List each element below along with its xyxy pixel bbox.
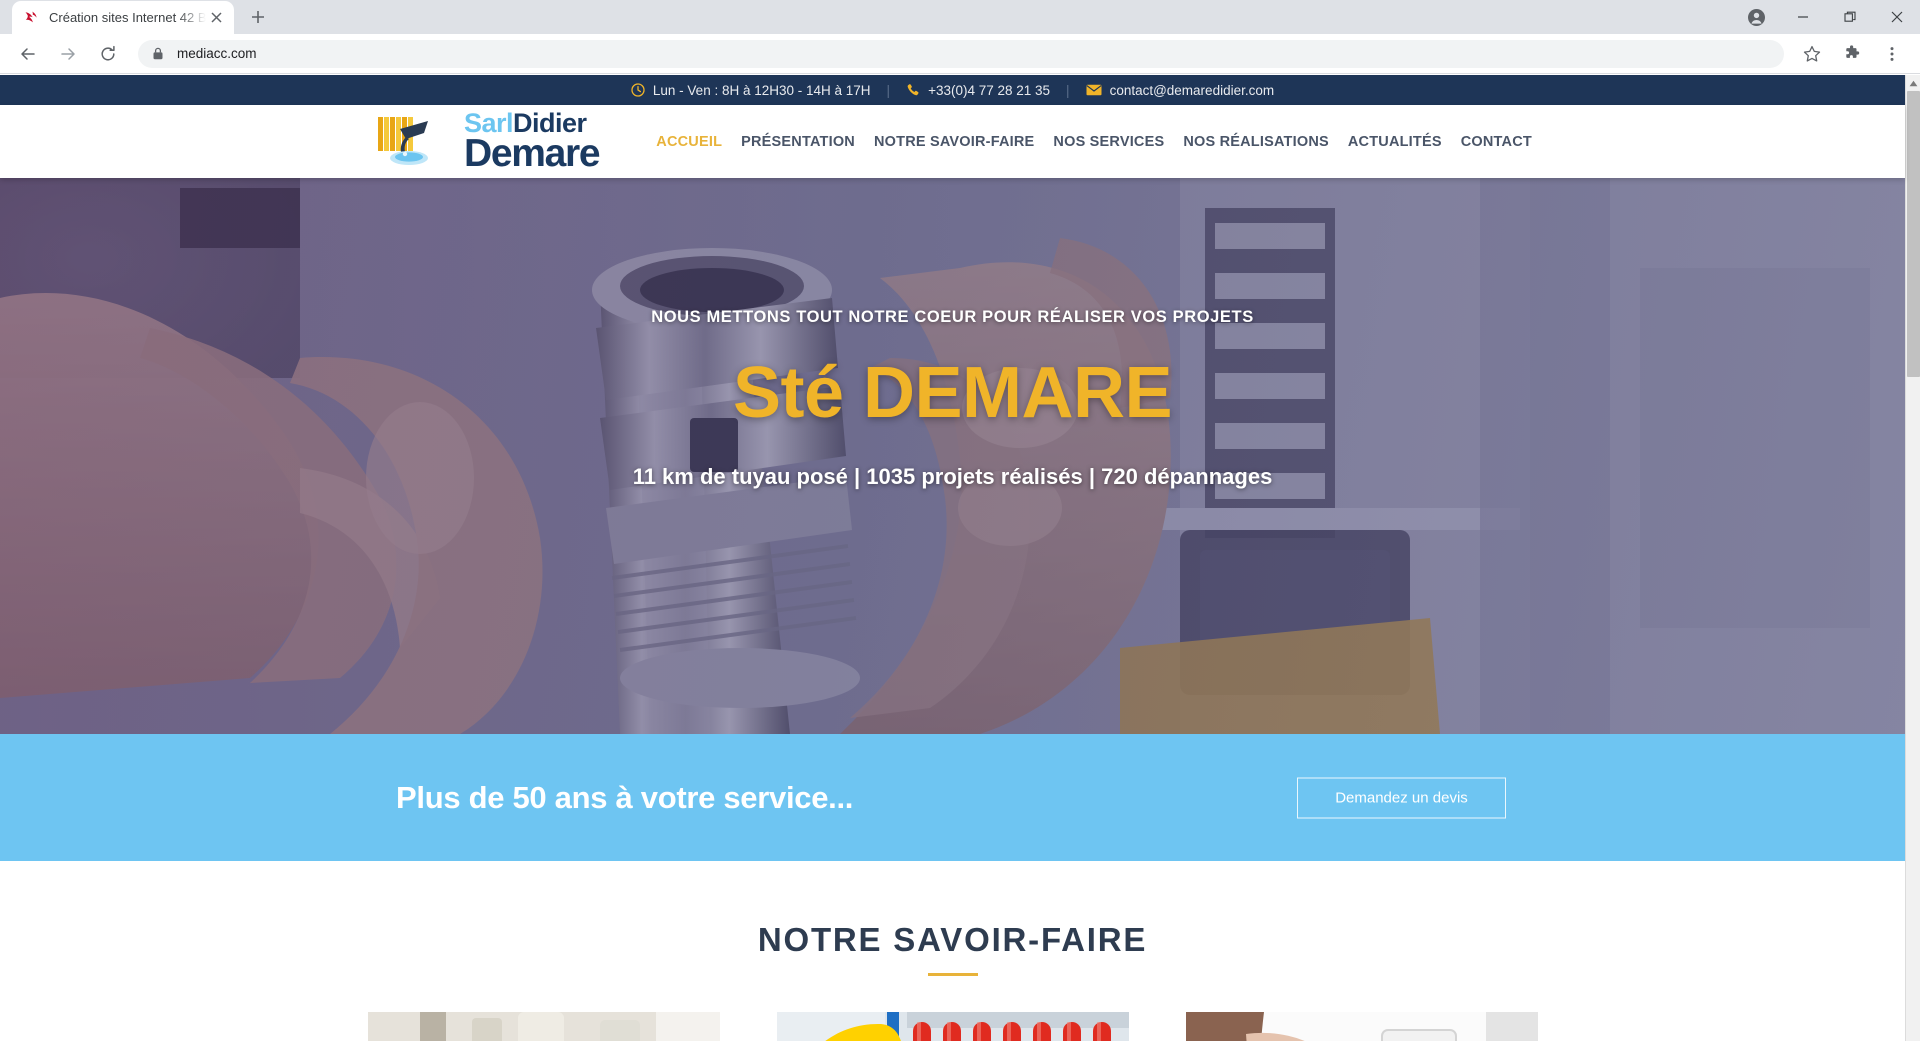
maximize-button[interactable] <box>1826 0 1873 34</box>
email-text: contact@demaredidier.com <box>1109 82 1275 98</box>
toolbar-actions <box>1792 39 1912 69</box>
nav-item-savoir-faire[interactable]: NOTRE SAVOIR-FAIRE <box>874 134 1034 150</box>
envelope-icon <box>1086 84 1102 96</box>
hero-stats: 11 km de tuyau posé | 1035 projets réali… <box>632 464 1273 489</box>
window-controls <box>1739 0 1920 34</box>
opening-hours: Lun - Ven : 8H à 12H30 - 14H à 17H <box>631 83 871 98</box>
new-tab-button[interactable] <box>243 2 273 32</box>
hero-kicker: NOUS METTONS TOUT NOTRE COEUR POUR RÉALI… <box>651 308 1254 326</box>
star-icon[interactable] <box>1797 39 1827 69</box>
back-arrow-icon[interactable] <box>13 39 43 69</box>
minimize-button[interactable] <box>1779 0 1826 34</box>
nav-item-presentation[interactable]: PRÉSENTATION <box>741 134 855 150</box>
address-bar[interactable]: mediacc.com <box>138 39 1784 68</box>
page-title: NOTRE SAVOIR-FAIRE <box>757 921 1148 958</box>
title-underline <box>927 973 978 976</box>
phone-link[interactable]: +33(0)4 77 28 21 35 <box>906 83 1050 98</box>
close-icon[interactable] <box>206 8 226 28</box>
savoir-faire-section: NOTRE SAVOIR-FAIRE <box>0 861 1905 1041</box>
forward-arrow-icon[interactable] <box>53 39 83 69</box>
hero-content: NOUS METTONS TOUT NOTRE COEUR POUR RÉALI… <box>0 308 1905 490</box>
email-link[interactable]: contact@demaredidier.com <box>1086 82 1275 98</box>
page-viewport: Lun - Ven : 8H à 12H30 - 14H à 17H | +33… <box>0 75 1920 1041</box>
nav-item-realisations[interactable]: NOS RÉALISATIONS <box>1183 134 1329 150</box>
scroll-up-arrow-icon[interactable] <box>1906 75 1920 91</box>
browser-tab-title: Création sites Internet 42 Balbigny <box>49 10 206 25</box>
card-hand-panel[interactable] <box>1185 1012 1538 1041</box>
radiator-faucet-logo-icon <box>372 111 458 173</box>
nav-item-actualites[interactable]: ACTUALITÉS <box>1348 134 1442 150</box>
page-scrollbar[interactable] <box>1905 75 1920 1041</box>
browser-window: Création sites Internet 42 Balbigny <box>0 0 1920 1041</box>
nav-item-services[interactable]: NOS SERVICES <box>1053 134 1164 150</box>
browser-title-bar: Création sites Internet 42 Balbigny <box>0 0 1920 34</box>
hero-title: Sté DEMARE <box>732 353 1173 433</box>
nav-item-contact[interactable]: CONTACT <box>1461 134 1532 150</box>
card-plumbing-tools[interactable] <box>367 1012 720 1041</box>
phone-icon <box>906 83 920 97</box>
nav-item-accueil[interactable]: ACCUEIL <box>656 134 722 150</box>
request-quote-button[interactable]: Demandez un devis <box>1297 777 1506 818</box>
site-logo-text: SarlDidier Demare <box>464 110 601 175</box>
url-text: mediacc.com <box>177 46 257 61</box>
logo-line2: Demare <box>464 132 601 175</box>
reload-icon[interactable] <box>93 39 123 69</box>
clock-icon <box>631 83 645 97</box>
browser-toolbar: mediacc.com <box>0 34 1920 74</box>
site-topbar: Lun - Ven : 8H à 12H30 - 14H à 17H | +33… <box>0 75 1905 105</box>
lock-icon <box>152 47 164 60</box>
site-header: SarlDidier Demare ACCUEIL PRÉSENTATION N… <box>0 105 1905 178</box>
cta-band: Plus de 50 ans à votre service... Demand… <box>0 734 1905 861</box>
opening-hours-text: Lun - Ven : 8H à 12H30 - 14H à 17H <box>652 82 871 98</box>
hero-banner: NOUS METTONS TOUT NOTRE COEUR POUR RÉALI… <box>0 178 1905 734</box>
main-navigation: ACCUEIL PRÉSENTATION NOTRE SAVOIR-FAIRE … <box>656 134 1532 150</box>
card-helmet-pipes[interactable] <box>776 1012 1129 1041</box>
browser-tab[interactable]: Création sites Internet 42 Balbigny <box>12 1 234 34</box>
scroll-thumb[interactable] <box>1907 91 1920 377</box>
profile-avatar-icon[interactable] <box>1739 0 1773 34</box>
close-window-button[interactable] <box>1873 0 1920 34</box>
topbar-separator: | <box>886 82 891 98</box>
website-page: Lun - Ven : 8H à 12H30 - 14H à 17H | +33… <box>0 75 1905 1041</box>
phone-text: +33(0)4 77 28 21 35 <box>928 82 1051 98</box>
cta-text: Plus de 50 ans à votre service... <box>396 779 854 815</box>
mediacc-logo-icon <box>23 9 40 26</box>
site-logo[interactable]: SarlDidier Demare <box>372 110 601 175</box>
topbar-separator-2: | <box>1066 82 1070 98</box>
puzzle-icon[interactable] <box>1837 39 1867 69</box>
three-dot-menu-icon[interactable] <box>1877 39 1907 69</box>
savoir-faire-cards <box>0 1012 1905 1041</box>
